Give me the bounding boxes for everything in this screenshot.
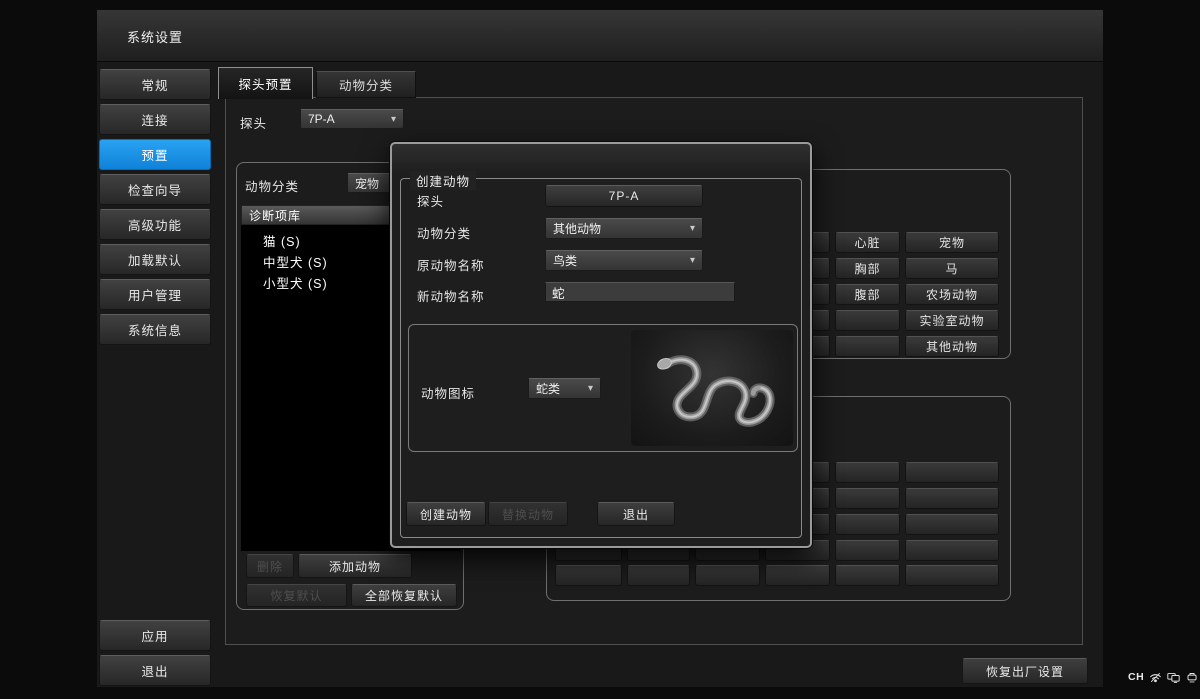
dialog-source-select[interactable]: 鸟类 ▾ [545,250,703,271]
icon-select[interactable]: 蛇类 ▾ [528,378,601,399]
category-button-other-animal[interactable]: 其他动物 [905,336,999,357]
restore-default-button[interactable]: 恢复默认 [246,584,347,607]
restore-all-default-button[interactable]: 全部恢复默认 [351,584,457,607]
probe-label: 探头 [240,113,267,132]
preset-slot[interactable] [835,514,900,535]
preset-slot[interactable] [905,565,999,586]
preset-slot[interactable] [905,488,999,509]
dialog-icon-label: 动物图标 [421,383,475,402]
preset-slot[interactable] [835,488,900,509]
dialog-probe-value: 7P-A [545,185,703,207]
sidebar-item-general[interactable]: 常规 [99,69,211,100]
dialog-probe-label: 探头 [417,191,444,210]
bodypart-button-chest[interactable]: 胸部 [835,258,900,279]
animal-preview [631,330,793,446]
preset-slot[interactable] [835,310,900,331]
dialog-category-select[interactable]: 其他动物 ▾ [545,218,703,239]
dual-display-icon[interactable] [1167,671,1181,684]
bodypart-button-heart[interactable]: 心脏 [835,232,900,253]
create-animal-dialog: 创建动物 探头 7P-A 动物分类 其他动物 ▾ 原动物名称 鸟类 ▾ 新动物名… [390,142,812,548]
create-animal-button[interactable]: 创建动物 [406,502,486,526]
replace-animal-button[interactable]: 替换动物 [488,502,568,526]
sidebar-item-preset[interactable]: 预置 [99,139,211,170]
usb-icon[interactable] [1186,671,1198,684]
bodypart-button-abdomen[interactable]: 腹部 [835,284,900,305]
sidebar-item-exam-wizard[interactable]: 检查向导 [99,174,211,205]
category-button-horse[interactable]: 马 [905,258,999,279]
title-bar: 系统设置 [97,10,1103,62]
preset-slot[interactable] [835,462,900,483]
probe-select[interactable]: 7P-A ▾ [300,109,404,129]
sidebar-item-system-info[interactable]: 系统信息 [99,314,211,345]
chevron-down-icon: ▾ [690,223,695,234]
window-title: 系统设置 [127,27,183,46]
preset-slot[interactable] [695,565,760,586]
sidebar-item-user-management[interactable]: 用户管理 [99,279,211,310]
apply-button[interactable]: 应用 [99,620,211,651]
language-indicator: CH [1128,671,1144,683]
category-button-lab-animal[interactable]: 实验室动物 [905,310,999,331]
preset-slot[interactable] [905,462,999,483]
add-animal-button[interactable]: 添加动物 [298,554,412,578]
dialog-category-label: 动物分类 [417,223,471,242]
preset-slot[interactable] [627,565,690,586]
preset-slot[interactable] [835,336,900,357]
sidebar-item-load-default[interactable]: 加载默认 [99,244,211,275]
settings-window: 系统设置 常规 连接 预置 检查向导 高级功能 加载默认 用户管理 系统信息 应… [97,10,1103,687]
delete-button[interactable]: 删除 [246,554,294,578]
dialog-exit-button[interactable]: 退出 [597,502,675,526]
preset-slot[interactable] [835,565,900,586]
factory-reset-button[interactable]: 恢复出厂设置 [962,658,1088,684]
chevron-down-icon: ▾ [690,255,695,266]
preset-slot[interactable] [555,565,622,586]
preset-slot[interactable] [835,540,900,561]
dialog-new-name-label: 新动物名称 [417,286,485,305]
preset-slot[interactable] [765,565,830,586]
preset-slot[interactable] [905,540,999,561]
tab-animal-category[interactable]: 动物分类 [316,71,416,98]
wifi-icon[interactable] [1149,671,1162,684]
system-status-bar: CH [1128,666,1198,688]
dialog-source-label: 原动物名称 [417,255,485,274]
chevron-down-icon: ▾ [588,383,593,394]
dialog-title: 创建动物 [410,171,476,190]
category-button-farm-animal[interactable]: 农场动物 [905,284,999,305]
tab-probe-preset[interactable]: 探头预置 [218,67,313,99]
preset-slot[interactable] [905,514,999,535]
chevron-down-icon: ▾ [391,114,396,125]
sidebar-item-advanced[interactable]: 高级功能 [99,209,211,240]
category-panel-title: 动物分类 [245,176,299,195]
category-button-pet[interactable]: 宠物 [905,232,999,253]
exit-button[interactable]: 退出 [99,655,211,686]
snake-icon [637,336,787,440]
new-name-input[interactable] [545,282,735,302]
sidebar-item-connection[interactable]: 连接 [99,104,211,135]
